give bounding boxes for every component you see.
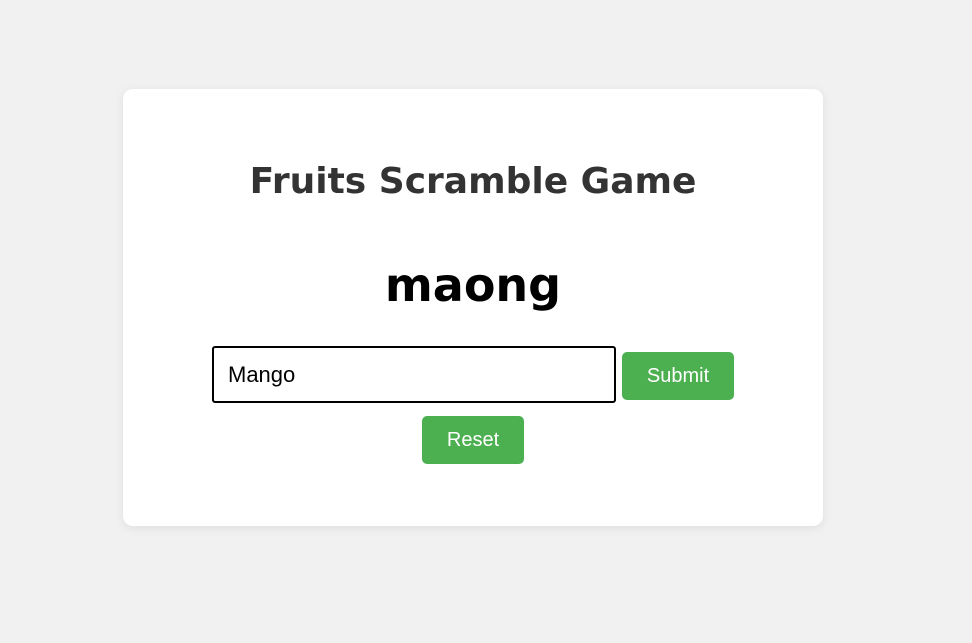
guess-input[interactable]: [212, 346, 616, 403]
game-title: Fruits Scramble Game: [249, 161, 697, 202]
submit-button[interactable]: Submit: [622, 352, 734, 400]
reset-button[interactable]: Reset: [422, 416, 524, 464]
scrambled-word: maong: [384, 258, 562, 312]
